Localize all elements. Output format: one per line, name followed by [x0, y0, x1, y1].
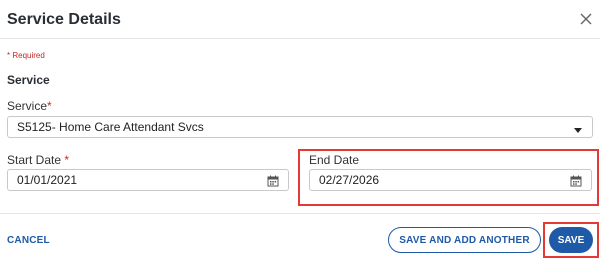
calendar-icon[interactable]: [570, 175, 582, 187]
service-label-text: Service: [7, 99, 48, 113]
header-divider: [0, 38, 600, 39]
required-note: * Required: [7, 51, 45, 60]
end-date-label: End Date: [309, 153, 360, 167]
end-date-input[interactable]: 02/27/2026: [309, 169, 592, 191]
cancel-button[interactable]: CANCEL: [7, 235, 50, 246]
section-title: Service: [7, 73, 50, 87]
start-date-input[interactable]: 01/01/2021: [7, 169, 289, 191]
save-and-add-another-button[interactable]: SAVE AND ADD ANOTHER: [388, 227, 541, 253]
footer-divider: [0, 213, 600, 214]
end-date-value: 02/27/2026: [319, 173, 380, 187]
save-button[interactable]: SAVE: [549, 227, 593, 253]
calendar-icon[interactable]: [267, 175, 279, 187]
start-date-value: 01/01/2021: [17, 173, 78, 187]
required-marker: *: [64, 153, 70, 167]
start-date-label-text: Start Date: [7, 153, 62, 167]
close-icon[interactable]: [578, 9, 594, 29]
chevron-down-icon: [573, 124, 583, 133]
service-select-value: S5125- Home Care Attendant Svcs: [17, 120, 204, 134]
dialog-title: Service Details: [7, 11, 121, 28]
service-label: Service*: [7, 99, 52, 113]
service-select[interactable]: S5125- Home Care Attendant Svcs: [7, 116, 593, 138]
required-marker: *: [47, 99, 52, 113]
start-date-label: Start Date *: [7, 153, 69, 167]
